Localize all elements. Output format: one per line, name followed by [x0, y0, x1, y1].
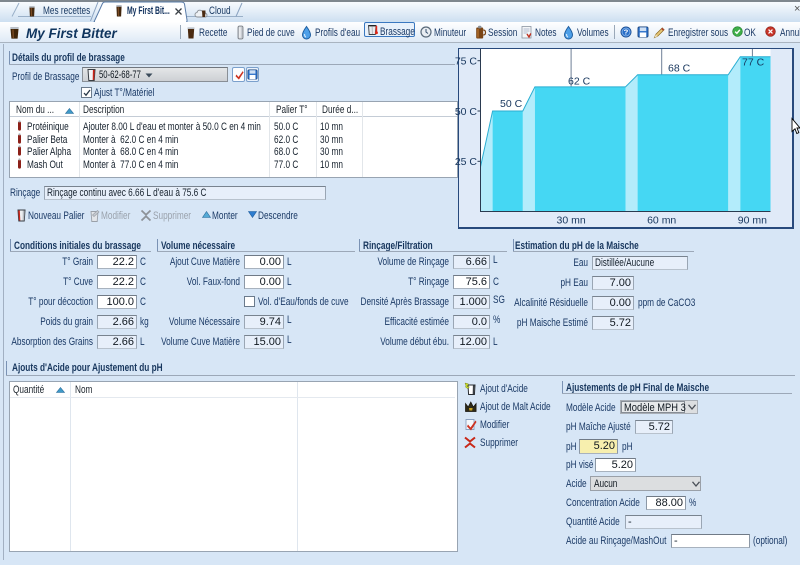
svg-text:50 C: 50 C	[500, 98, 523, 110]
svg-text:50 C: 50 C	[455, 106, 478, 118]
svg-text:30 mn: 30 mn	[557, 215, 586, 227]
svg-text:25 C: 25 C	[455, 156, 478, 168]
svg-text:62 C: 62 C	[568, 76, 591, 88]
svg-text:90 mn: 90 mn	[738, 215, 767, 227]
svg-text:?: ?	[624, 28, 629, 37]
svg-text:75 C: 75 C	[455, 56, 478, 68]
svg-text:77 C: 77 C	[742, 56, 765, 68]
svg-text:68 C: 68 C	[668, 63, 691, 75]
svg-text:60 mn: 60 mn	[647, 215, 676, 227]
